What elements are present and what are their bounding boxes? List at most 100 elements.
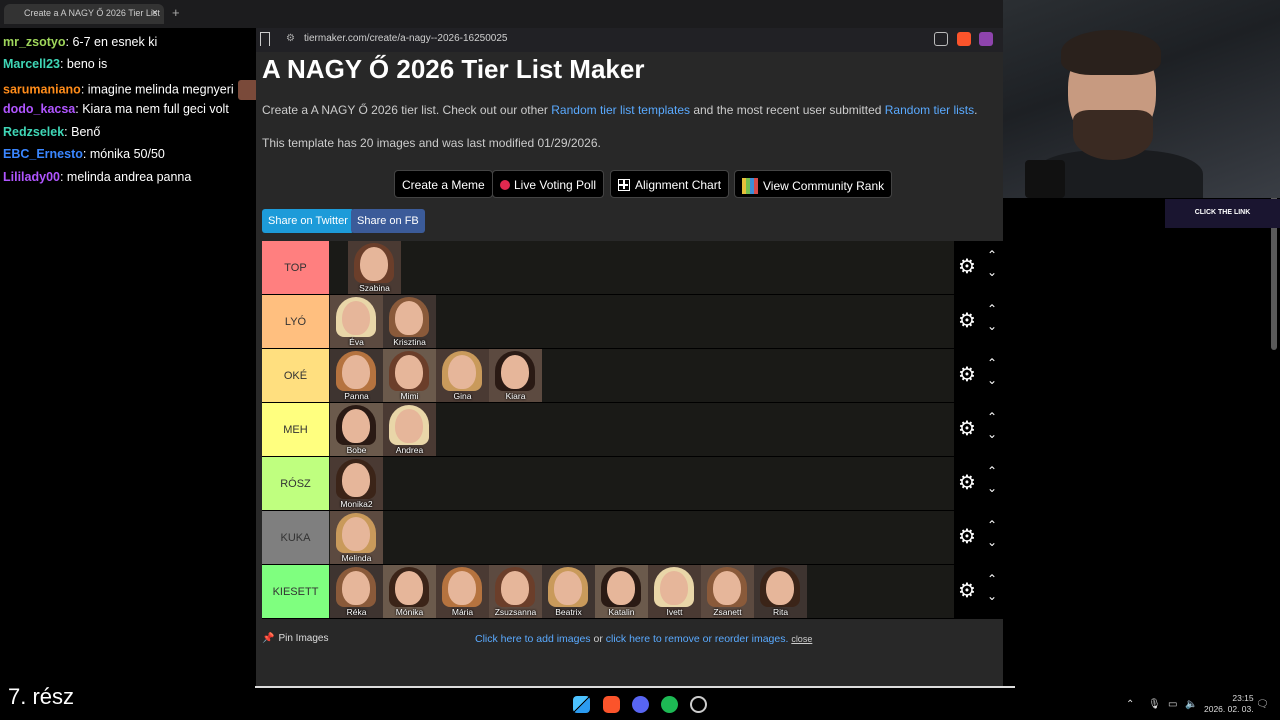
gear-icon[interactable]: ⚙ (958, 257, 976, 277)
chat-username[interactable]: sarumaniano (3, 82, 81, 96)
bookmark-icon[interactable] (260, 32, 270, 46)
chat-username[interactable]: Lililady00 (3, 170, 60, 184)
tier-items: Réka Mónika Mária Zsuzsanna Beatrix Katalin Iv… (330, 565, 807, 618)
tier-item[interactable]: Ivett (648, 565, 701, 618)
brave-shield-icon[interactable] (957, 32, 971, 46)
spotify-icon[interactable] (661, 696, 678, 713)
volume-icon[interactable]: 🔈 (1185, 699, 1197, 710)
tier-item[interactable]: Gina (436, 349, 489, 402)
remove-reorder-link[interactable]: click here to remove or reorder images. (606, 633, 789, 645)
pin-images-toggle[interactable]: 📌 Pin Images (262, 633, 328, 644)
community-rank-button[interactable]: View Community Rank (734, 170, 893, 198)
random-tier-lists-link[interactable]: Random tier lists (885, 103, 974, 117)
tier-item[interactable]: Mimi (383, 349, 436, 402)
chat-username[interactable]: dodo_kacsa (3, 102, 75, 116)
create-meme-button[interactable]: Create a Meme (394, 170, 493, 198)
tier-item[interactable]: Beatrix (542, 565, 595, 618)
tier-item[interactable]: Monika2 (330, 457, 383, 510)
close-tab-icon[interactable]: × (152, 7, 158, 19)
live-voting-poll-button[interactable]: Live Voting Poll (492, 170, 605, 198)
contestant-name: Mimi (400, 391, 419, 401)
tier-item[interactable]: Katalin (595, 565, 648, 618)
tier-label[interactable]: LYÓ (262, 295, 329, 348)
gear-icon[interactable]: ⚙ (958, 473, 976, 493)
chat-username[interactable]: Redzselek (3, 125, 64, 139)
gear-icon[interactable]: ⚙ (958, 527, 976, 547)
gear-icon[interactable]: ⚙ (958, 365, 976, 385)
tier-item[interactable]: Panna (330, 349, 383, 402)
tier-label[interactable]: TOP (262, 241, 329, 294)
tier-item[interactable]: Réka (330, 565, 383, 618)
app-icon[interactable] (690, 696, 707, 713)
chevron-up-icon[interactable]: ⌃ (987, 518, 997, 532)
chat-username[interactable]: Marcell23 (3, 57, 60, 71)
tier-item[interactable]: Zsuzsanna (489, 565, 542, 618)
brave-rewards-icon[interactable] (979, 32, 993, 46)
share-twitter-button[interactable]: Share on Twitter (262, 209, 354, 233)
url-field[interactable]: tiermaker.com/create/a-nagy--2026-162500… (304, 33, 507, 44)
template-info: This template has 20 images and was last… (262, 136, 601, 150)
brave-browser-icon[interactable] (603, 696, 620, 713)
chevron-down-icon[interactable]: ⌄ (987, 589, 997, 603)
tier-item[interactable]: Kiara (489, 349, 542, 402)
tier-item[interactable]: Melinda (330, 511, 383, 564)
chevron-down-icon[interactable]: ⌄ (987, 373, 997, 387)
site-info-icon[interactable]: ⚙ (286, 33, 295, 44)
chevron-up-icon[interactable]: ⌃ (987, 410, 997, 424)
notification-icon[interactable]: 🗨 (1256, 699, 1269, 710)
tier-item[interactable]: Éva (330, 295, 383, 348)
tier-item[interactable]: Mónika (383, 565, 436, 618)
chevron-down-icon[interactable]: ⌄ (987, 427, 997, 441)
chevron-down-icon[interactable]: ⌄ (987, 535, 997, 549)
contestant-name: Panna (344, 391, 369, 401)
gear-icon[interactable]: ⚙ (958, 581, 976, 601)
network-icon[interactable]: ▭ (1168, 699, 1177, 710)
tier-label[interactable]: KIESETT (262, 565, 329, 618)
chevron-up-icon[interactable]: ⌃ (987, 464, 997, 478)
alignment-chart-button[interactable]: Alignment Chart (610, 170, 730, 198)
tier-item[interactable]: Rita (754, 565, 807, 618)
add-images-link[interactable]: Click here to add images (475, 633, 591, 645)
chevron-up-icon[interactable]: ⌃ (987, 248, 997, 262)
contestant-face (360, 247, 388, 281)
chat-text: : melinda andrea panna (59, 170, 192, 184)
random-templates-link[interactable]: Random tier list templates (551, 103, 690, 117)
new-tab-button[interactable]: + (172, 5, 180, 20)
start-menu-icon[interactable] (573, 696, 590, 713)
chevron-up-icon[interactable]: ⌃ (987, 302, 997, 316)
chat-username[interactable]: mr_zsotyo (3, 35, 66, 49)
tier-item[interactable]: Bobe (330, 403, 383, 456)
tier-item[interactable]: Mária (436, 565, 489, 618)
microphone (1025, 160, 1065, 198)
chat-username[interactable]: EBC_Ernesto (3, 147, 83, 161)
tier-item[interactable]: Krisztina (383, 295, 436, 348)
system-clock[interactable]: 23:15 2026. 02. 03. (1204, 693, 1254, 715)
gear-icon[interactable]: ⚙ (958, 311, 976, 331)
discord-icon[interactable] (632, 696, 649, 713)
emote-icon (237, 80, 256, 100)
gear-icon[interactable]: ⚙ (958, 419, 976, 439)
chevron-down-icon[interactable]: ⌄ (987, 319, 997, 333)
tier-controls: ⚙ ⌃ ⌄ (954, 565, 1008, 618)
share-fb-button[interactable]: Share on FB (351, 209, 425, 233)
microphone-icon[interactable]: 🎙 (1148, 699, 1161, 710)
tier-label[interactable]: OKÉ (262, 349, 329, 402)
tier-label[interactable]: KUKA (262, 511, 329, 564)
close-link[interactable]: close (791, 634, 812, 644)
chat-message: Marcell23: beno is (3, 57, 107, 71)
tier-row: OKÉ Panna Mimi Gina Kiara ⚙ ⌃ ⌄ (262, 349, 1008, 403)
share-icon[interactable] (934, 32, 948, 46)
chevron-up-icon[interactable]: ⌃ (987, 356, 997, 370)
chevron-down-icon[interactable]: ⌄ (987, 481, 997, 495)
stream-chat: Kapradon: 3 minimummr_zsotyo: 6-7 en esn… (0, 0, 256, 690)
tier-label[interactable]: RÓSZ (262, 457, 329, 510)
tier-item[interactable]: Szabina (348, 241, 401, 294)
tier-item[interactable]: Zsanett (701, 565, 754, 618)
chevron-up-icon[interactable]: ⌃ (1126, 699, 1134, 710)
chevron-down-icon[interactable]: ⌄ (987, 265, 997, 279)
tier-item[interactable]: Andrea (383, 403, 436, 456)
tier-label[interactable]: MEH (262, 403, 329, 456)
browser-tab[interactable]: Create a A NAGY Ő 2026 Tier List × (4, 4, 164, 24)
chat-message: EBC_Ernesto: mónika 50/50 (3, 147, 165, 161)
chevron-up-icon[interactable]: ⌃ (987, 572, 997, 586)
